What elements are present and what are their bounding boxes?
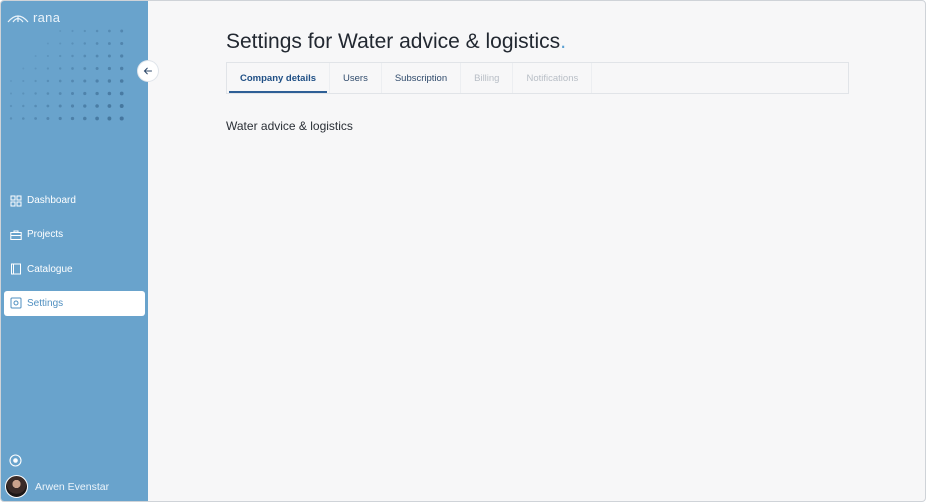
circle-icon[interactable] bbox=[9, 454, 22, 467]
tab-subscription[interactable]: Subscription bbox=[382, 63, 462, 93]
app-window: rana Dashboard Projects Catalogue Settin… bbox=[0, 0, 926, 502]
sidebar-item-label: Dashboard bbox=[27, 195, 76, 206]
user-name: Arwen Evenstar bbox=[35, 480, 110, 493]
tab-users[interactable]: Users bbox=[330, 63, 382, 93]
decorative-dot-pattern bbox=[9, 29, 124, 121]
sidebar-item-label: Settings bbox=[27, 297, 64, 309]
arrow-left-icon bbox=[143, 67, 153, 75]
sidebar-item-dashboard[interactable]: Dashboard bbox=[4, 188, 145, 213]
sidebar-item-catalogue[interactable]: Catalogue bbox=[4, 257, 145, 282]
tab-notifications: Notifications bbox=[513, 63, 593, 93]
avatar bbox=[5, 475, 28, 498]
user-profile[interactable]: Arwen Evenstar bbox=[5, 475, 109, 498]
main-content: Settings for Water advice & logistics. C… bbox=[148, 1, 925, 501]
page-title-text: Settings for Water advice & logistics bbox=[226, 30, 561, 53]
settings-icon bbox=[10, 297, 22, 309]
sidebar-item-label: Projects bbox=[27, 229, 64, 241]
briefcase-icon bbox=[10, 229, 22, 241]
sidebar: rana Dashboard Projects Catalogue Settin… bbox=[1, 1, 158, 501]
tab-company-details[interactable]: Company details bbox=[227, 63, 331, 93]
title-dot: . bbox=[560, 30, 567, 53]
sidebar-nav: Dashboard Projects Catalogue Settings bbox=[4, 188, 145, 325]
sidebar-item-label: Catalogue bbox=[27, 263, 73, 275]
collapse-sidebar-button[interactable] bbox=[138, 61, 158, 81]
sidebar-item-settings[interactable]: Settings bbox=[4, 290, 145, 316]
company-name: Water advice & logistics bbox=[226, 119, 353, 133]
grid-icon bbox=[10, 195, 22, 207]
rana-logo-icon bbox=[7, 14, 29, 22]
tab-billing: Billing bbox=[461, 63, 514, 93]
settings-tabs: Company details Users Subscription Billi… bbox=[226, 62, 849, 94]
sidebar-item-projects[interactable]: Projects bbox=[4, 222, 145, 247]
book-icon bbox=[10, 263, 22, 275]
page-title: Settings for Water advice & logistics. bbox=[226, 30, 566, 54]
